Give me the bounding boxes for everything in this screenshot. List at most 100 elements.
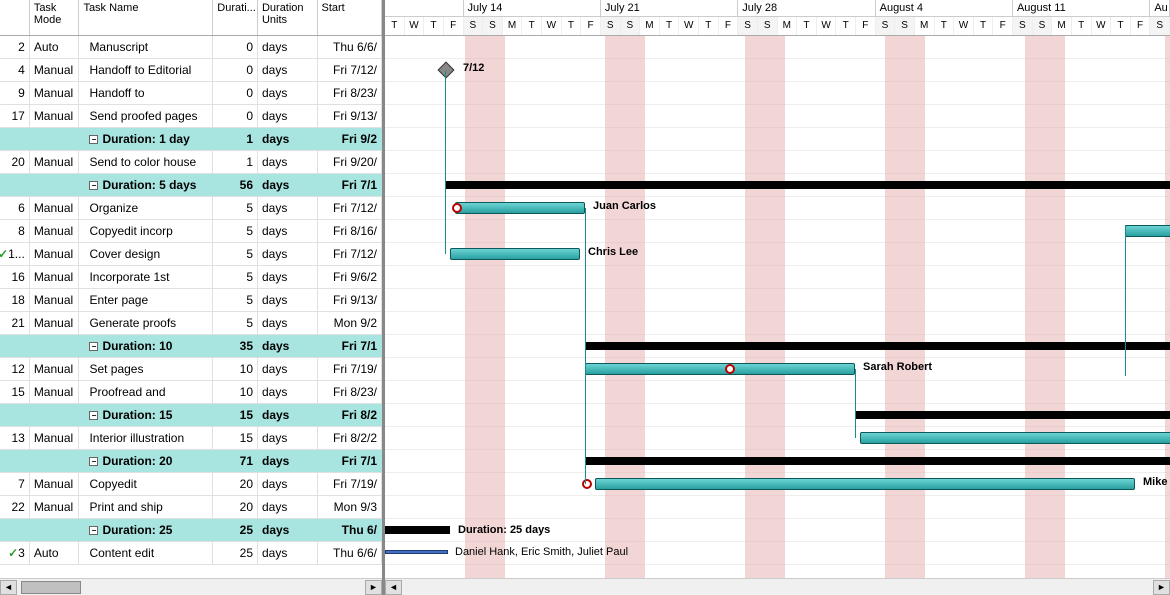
- table-row[interactable]: 15ManualProofread and10daysFri 8/23/: [0, 381, 382, 404]
- table-row[interactable]: 8ManualCopyedit incorp5daysFri 8/16/: [0, 220, 382, 243]
- cell-units[interactable]: days: [258, 266, 318, 288]
- cell-duration[interactable]: 1: [213, 128, 258, 150]
- cell-units[interactable]: days: [258, 358, 318, 380]
- cell-duration[interactable]: 15: [213, 404, 258, 426]
- cell-duration[interactable]: 5: [213, 243, 258, 265]
- cell-start[interactable]: Fri 8/23/: [318, 381, 382, 403]
- cell-name[interactable]: Manuscript: [79, 36, 213, 58]
- cell-start[interactable]: Fri 8/23/: [318, 82, 382, 104]
- cell-start[interactable]: Fri 9/13/: [318, 105, 382, 127]
- cell-duration[interactable]: 10: [213, 381, 258, 403]
- cell-duration[interactable]: 20: [213, 473, 258, 495]
- table-row[interactable]: 6ManualOrganize5daysFri 7/12/: [0, 197, 382, 220]
- cell-start[interactable]: Fri 8/2: [318, 404, 382, 426]
- cell-duration[interactable]: 5: [213, 266, 258, 288]
- cell-mode[interactable]: Manual: [30, 427, 80, 449]
- table-row[interactable]: 18ManualEnter page5daysFri 9/13/: [0, 289, 382, 312]
- table-row[interactable]: 16ManualIncorporate 1st5daysFri 9/6/2: [0, 266, 382, 289]
- cell-start[interactable]: Fri 7/1: [318, 335, 382, 357]
- gantt-bar[interactable]: [585, 342, 1170, 350]
- cell-mode[interactable]: Manual: [30, 105, 80, 127]
- cell-name[interactable]: Print and ship: [79, 496, 213, 518]
- cell-duration[interactable]: 15: [213, 427, 258, 449]
- cell-name[interactable]: Interior illustration: [79, 427, 213, 449]
- cell-units[interactable]: days: [258, 542, 318, 564]
- cell-name[interactable]: Incorporate 1st: [79, 266, 213, 288]
- cell-units[interactable]: days: [258, 427, 318, 449]
- right-hscroll[interactable]: ◄ ►: [385, 578, 1170, 595]
- table-row[interactable]: −Duration: 2071daysFri 7/1: [0, 450, 382, 473]
- cell-name[interactable]: Generate proofs: [79, 312, 213, 334]
- cell-units[interactable]: days: [258, 36, 318, 58]
- cell-mode[interactable]: [30, 450, 80, 472]
- cell-start[interactable]: Fri 8/2/2: [318, 427, 382, 449]
- cell-start[interactable]: Fri 9/13/: [318, 289, 382, 311]
- cell-mode[interactable]: Auto: [30, 542, 80, 564]
- cell-mode[interactable]: Auto: [30, 36, 80, 58]
- cell-start[interactable]: Fri 7/19/: [318, 473, 382, 495]
- gantt-bar[interactable]: [1125, 225, 1170, 237]
- table-row[interactable]: 17ManualSend proofed pages0daysFri 9/13/: [0, 105, 382, 128]
- cell-units[interactable]: days: [258, 519, 318, 541]
- cell-units[interactable]: days: [258, 82, 318, 104]
- table-row[interactable]: ✓3AutoContent edit25daysThu 6/6/: [0, 542, 382, 565]
- table-row[interactable]: −Duration: 2525daysThu 6/: [0, 519, 382, 542]
- table-row[interactable]: 4ManualHandoff to Editorial0daysFri 7/12…: [0, 59, 382, 82]
- cell-duration[interactable]: 56: [213, 174, 258, 196]
- cell-units[interactable]: days: [258, 128, 318, 150]
- table-row[interactable]: −Duration: 1035daysFri 7/1: [0, 335, 382, 358]
- cell-name[interactable]: Handoff to: [79, 82, 213, 104]
- cell-mode[interactable]: Manual: [30, 151, 80, 173]
- table-row[interactable]: 22ManualPrint and ship20daysMon 9/3: [0, 496, 382, 519]
- cell-start[interactable]: Thu 6/: [318, 519, 382, 541]
- table-row[interactable]: 12ManualSet pages10daysFri 7/19/: [0, 358, 382, 381]
- cell-duration[interactable]: 5: [213, 197, 258, 219]
- gantt-bar[interactable]: [450, 248, 580, 260]
- cell-mode[interactable]: Manual: [30, 243, 80, 265]
- col-duration[interactable]: Durati...: [213, 0, 258, 35]
- cell-duration[interactable]: 0: [213, 36, 258, 58]
- cell-mode[interactable]: Manual: [30, 381, 80, 403]
- scroll-thumb[interactable]: [21, 581, 81, 594]
- cell-mode[interactable]: Manual: [30, 496, 80, 518]
- cell-name[interactable]: Set pages: [79, 358, 213, 380]
- cell-name[interactable]: −Duration: 15: [79, 404, 213, 426]
- col-duration-units[interactable]: Duration Units: [258, 0, 318, 35]
- cell-duration[interactable]: 20: [213, 496, 258, 518]
- cell-duration[interactable]: 35: [213, 335, 258, 357]
- cell-duration[interactable]: 1: [213, 151, 258, 173]
- cell-mode[interactable]: Manual: [30, 220, 80, 242]
- cell-units[interactable]: days: [258, 473, 318, 495]
- cell-mode[interactable]: [30, 128, 80, 150]
- cell-units[interactable]: days: [258, 151, 318, 173]
- cell-start[interactable]: Fri 9/6/2: [318, 266, 382, 288]
- cell-units[interactable]: days: [258, 243, 318, 265]
- cell-start[interactable]: Fri 7/1: [318, 450, 382, 472]
- cell-units[interactable]: days: [258, 197, 318, 219]
- cell-mode[interactable]: Manual: [30, 197, 80, 219]
- cell-units[interactable]: days: [258, 496, 318, 518]
- cell-duration[interactable]: 25: [213, 542, 258, 564]
- cell-name[interactable]: Copyedit incorp: [79, 220, 213, 242]
- cell-start[interactable]: Fri 9/20/: [318, 151, 382, 173]
- gantt-bar[interactable]: [445, 181, 1170, 189]
- cell-units[interactable]: days: [258, 335, 318, 357]
- cell-start[interactable]: Fri 7/12/: [318, 197, 382, 219]
- cell-start[interactable]: Thu 6/6/: [318, 36, 382, 58]
- collapse-icon[interactable]: −: [89, 181, 98, 190]
- cell-duration[interactable]: 5: [213, 220, 258, 242]
- left-hscroll[interactable]: ◄ ►: [0, 578, 382, 595]
- cell-units[interactable]: days: [258, 312, 318, 334]
- cell-name[interactable]: Send to color house: [79, 151, 213, 173]
- gantt-bar[interactable]: [585, 363, 855, 375]
- scroll-left-icon[interactable]: ◄: [385, 580, 402, 595]
- cell-duration[interactable]: 0: [213, 59, 258, 81]
- table-row[interactable]: 9ManualHandoff to0daysFri 8/23/: [0, 82, 382, 105]
- cell-name[interactable]: −Duration: 25: [79, 519, 213, 541]
- table-row[interactable]: −Duration: 1515daysFri 8/2: [0, 404, 382, 427]
- chart-body[interactable]: 7/12Juan CarlosChris LeeSarah RobertMike…: [385, 36, 1170, 578]
- cell-mode[interactable]: Manual: [30, 473, 80, 495]
- gantt-bar[interactable]: [385, 526, 450, 534]
- cell-duration[interactable]: 0: [213, 82, 258, 104]
- col-task-name[interactable]: Task Name: [79, 0, 213, 35]
